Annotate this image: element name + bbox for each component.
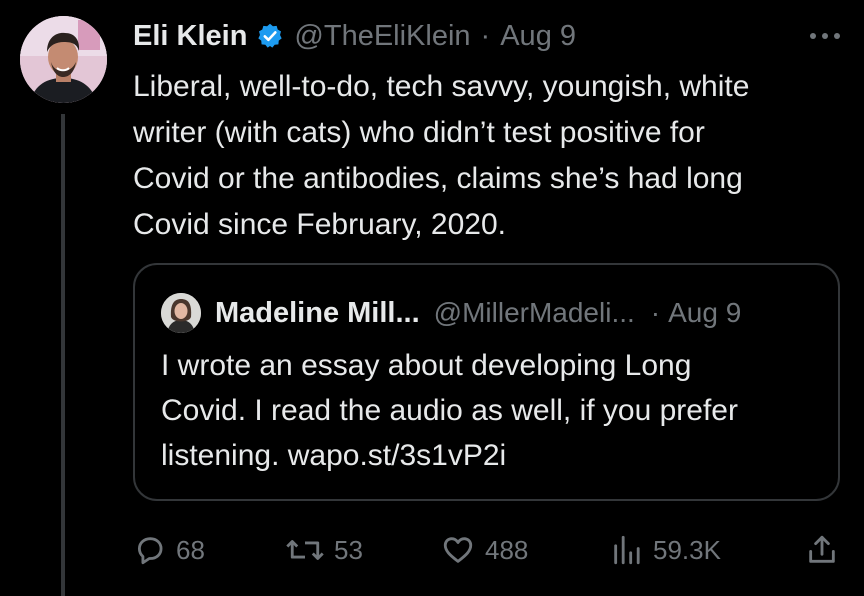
- author-name[interactable]: Eli Klein: [133, 20, 247, 53]
- quoted-tweet-date[interactable]: Aug 9: [668, 297, 741, 329]
- quoted-avatar: [161, 293, 201, 333]
- verified-badge-icon: [256, 22, 284, 50]
- action-bar: 68 53 488 59.3K: [133, 530, 843, 570]
- quoted-author-handle[interactable]: @MillerMadeli...: [434, 297, 635, 329]
- quoted-tweet[interactable]: Madeline Mill... @MillerMadeli... · Aug …: [133, 263, 840, 501]
- share-button[interactable]: [805, 530, 839, 570]
- more-options-icon[interactable]: [806, 22, 844, 46]
- heart-icon: [443, 537, 473, 563]
- avatar-image: [20, 16, 107, 103]
- views-button[interactable]: 59.3K: [610, 530, 721, 570]
- reply-icon: [137, 537, 163, 565]
- reply-count: 68: [176, 534, 205, 565]
- tweet-date[interactable]: Aug 9: [500, 20, 576, 53]
- header-separator: ·: [480, 19, 491, 52]
- tweet-header: Eli Klein @TheEliKlein · Aug 9: [133, 14, 844, 58]
- quoted-author-name[interactable]: Madeline Mill...: [215, 297, 420, 330]
- like-count: 488: [485, 534, 529, 565]
- tweet-text: Liberal, well-to-do, tech savvy, youngis…: [133, 70, 750, 241]
- quoted-tweet-text: I wrote an essay about developing Long C…: [161, 349, 738, 472]
- quoted-tweet-header: Madeline Mill... @MillerMadeli... · Aug …: [161, 291, 818, 335]
- thread-line: [61, 114, 65, 596]
- views-chart-icon: [614, 535, 640, 565]
- like-button[interactable]: 488: [440, 530, 528, 570]
- repost-icon: [286, 540, 324, 560]
- views-count: 59.3K: [653, 534, 721, 565]
- share-icon: [809, 535, 835, 563]
- avatar[interactable]: [20, 16, 107, 103]
- quoted-header-separator: ·: [650, 297, 661, 328]
- repost-button[interactable]: 53: [285, 530, 363, 570]
- repost-count: 53: [334, 534, 363, 565]
- author-handle[interactable]: @TheEliKlein: [294, 20, 470, 53]
- reply-button[interactable]: 68: [133, 530, 205, 570]
